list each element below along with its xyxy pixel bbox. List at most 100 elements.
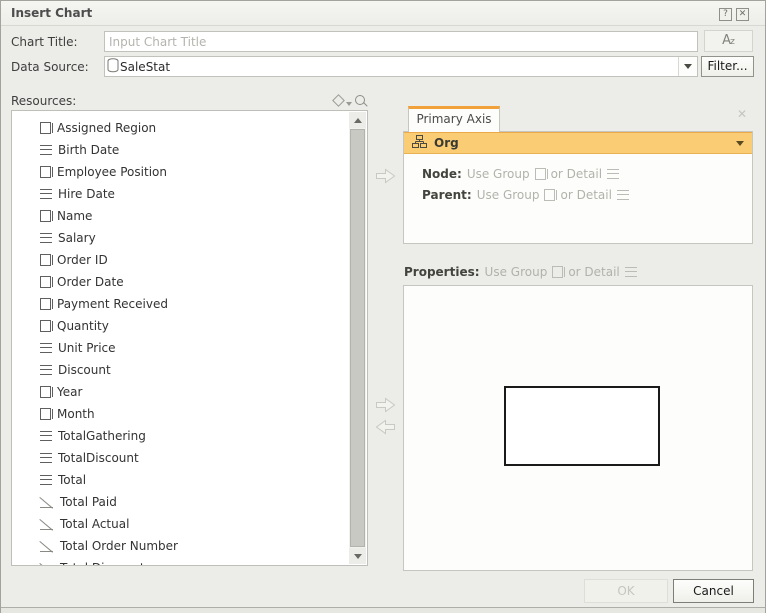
node-preview-rectangle: [504, 386, 660, 466]
data-source-value: SaleStat: [120, 60, 170, 74]
detail-field-drop-icon[interactable]: [607, 169, 619, 179]
resource-item[interactable]: Assigned Region: [12, 117, 350, 139]
detail-field-drop-icon[interactable]: [617, 190, 629, 200]
properties-label: Properties:: [404, 265, 480, 279]
resource-item-label: Total Discount: [60, 561, 145, 565]
measure-field-icon: [40, 431, 52, 441]
font-icon: Az: [722, 33, 735, 47]
org-chart-icon: [412, 135, 427, 151]
filter-button[interactable]: Filter...: [701, 56, 754, 77]
resource-item[interactable]: Name: [12, 205, 350, 227]
calculated-field-icon: [40, 563, 54, 566]
measure-field-icon: [40, 343, 52, 353]
resource-item-label: Salary: [58, 231, 96, 245]
resource-item[interactable]: Total: [12, 469, 350, 491]
dialog-bottom-frame: [1, 607, 765, 613]
scroll-down-icon: [354, 554, 362, 559]
data-source-label: Data Source:: [11, 60, 89, 74]
resource-item[interactable]: Unit Price: [12, 337, 350, 359]
scrollbar-thumb[interactable]: [350, 129, 365, 547]
axis-field-header[interactable]: Org: [404, 132, 752, 154]
resource-item[interactable]: Order ID: [12, 249, 350, 271]
dimension-field-icon: [40, 298, 51, 310]
group-field-drop-icon[interactable]: [552, 266, 563, 278]
resource-item-label: Assigned Region: [57, 121, 156, 135]
scroll-up-button[interactable]: [349, 112, 366, 128]
font-style-button[interactable]: Az: [704, 30, 753, 52]
move-to-properties-button[interactable]: [375, 397, 396, 413]
use-group-label: Use Group: [485, 265, 548, 279]
parent-label: Parent:: [422, 188, 472, 202]
or-detail-label: or Detail: [568, 265, 619, 279]
ok-button[interactable]: OK: [584, 579, 668, 603]
resource-item-label: Total Paid: [60, 495, 117, 509]
dimension-field-icon: [40, 210, 51, 222]
resource-item[interactable]: Quantity: [12, 315, 350, 337]
help-icon: ?: [723, 9, 728, 19]
dimension-field-icon: [40, 386, 51, 398]
resource-item[interactable]: Total Actual: [12, 513, 350, 535]
chart-title-input[interactable]: [104, 31, 698, 52]
resource-item-label: TotalGathering: [58, 429, 146, 443]
primary-axis-panel: Org Node: Use Group or Detail Parent: Us…: [403, 131, 753, 244]
measure-field-icon: [40, 365, 52, 375]
measure-field-icon: [40, 189, 52, 199]
resources-list-items: Assigned Region Birth Date Employee Positi…: [12, 111, 350, 565]
resource-item-label: Total Order Number: [60, 539, 178, 553]
sort-menu-caret-icon[interactable]: [346, 102, 352, 106]
resource-item[interactable]: Month: [12, 403, 350, 425]
chart-title-label: Chart Title:: [11, 35, 78, 49]
insert-chart-dialog: Insert Chart ? ✕ Chart Title: Az Data So…: [0, 0, 766, 613]
properties-panel: [403, 285, 753, 571]
remove-from-properties-button[interactable]: [375, 419, 396, 435]
resource-item-label: Total Actual: [60, 517, 129, 531]
resource-item[interactable]: Employee Position: [12, 161, 350, 183]
data-source-dropdown[interactable]: SaleStat: [104, 56, 698, 77]
resource-item[interactable]: Total Discount: [12, 557, 350, 565]
tab-primary-axis[interactable]: Primary Axis: [408, 106, 500, 132]
group-field-drop-icon[interactable]: [544, 189, 555, 201]
cancel-button[interactable]: Cancel: [673, 579, 754, 603]
resources-scrollbar[interactable]: [349, 112, 366, 564]
resource-item[interactable]: Birth Date: [12, 139, 350, 161]
parent-row: Parent: Use Group or Detail: [422, 188, 629, 202]
resource-item[interactable]: TotalGathering: [12, 425, 350, 447]
measure-field-icon: [40, 453, 52, 463]
resource-item[interactable]: Total Paid: [12, 491, 350, 513]
resource-item[interactable]: TotalDiscount: [12, 447, 350, 469]
resource-item-label: Employee Position: [57, 165, 167, 179]
resource-item[interactable]: Hire Date: [12, 183, 350, 205]
resource-item-label: Quantity: [57, 319, 109, 333]
resource-item-label: Order ID: [57, 253, 108, 267]
detail-field-drop-icon[interactable]: [625, 267, 637, 277]
resource-item-label: Total: [58, 473, 86, 487]
move-to-axis-button[interactable]: [375, 168, 396, 184]
resource-item[interactable]: Payment Received: [12, 293, 350, 315]
tab-close-icon[interactable]: ✕: [737, 107, 747, 121]
resource-item-label: Payment Received: [57, 297, 168, 311]
help-button[interactable]: ?: [719, 8, 732, 21]
measure-field-icon: [40, 475, 52, 485]
close-button[interactable]: ✕: [736, 8, 749, 21]
title-bar: Insert Chart ? ✕: [1, 1, 765, 26]
data-source-dropdown-button[interactable]: [678, 57, 697, 76]
calculated-field-icon: [40, 519, 54, 530]
database-icon: [107, 58, 119, 76]
resource-item-label: Month: [57, 407, 95, 421]
resource-item-label: Order Date: [57, 275, 124, 289]
resource-item[interactable]: Discount: [12, 359, 350, 381]
sort-icon[interactable]: [332, 94, 345, 107]
resource-item-label: Discount: [58, 363, 111, 377]
search-icon[interactable]: [355, 95, 365, 105]
resource-item[interactable]: Total Order Number: [12, 535, 350, 557]
resource-item[interactable]: Year: [12, 381, 350, 403]
close-icon: ✕: [739, 9, 747, 19]
scroll-down-button[interactable]: [349, 548, 366, 564]
resources-toolbar: [334, 92, 368, 108]
resource-item[interactable]: Order Date: [12, 271, 350, 293]
resource-item-label: Unit Price: [58, 341, 116, 355]
dimension-field-icon: [40, 276, 51, 288]
chevron-down-icon[interactable]: [736, 141, 744, 146]
resource-item[interactable]: Salary: [12, 227, 350, 249]
group-field-drop-icon[interactable]: [535, 168, 546, 180]
